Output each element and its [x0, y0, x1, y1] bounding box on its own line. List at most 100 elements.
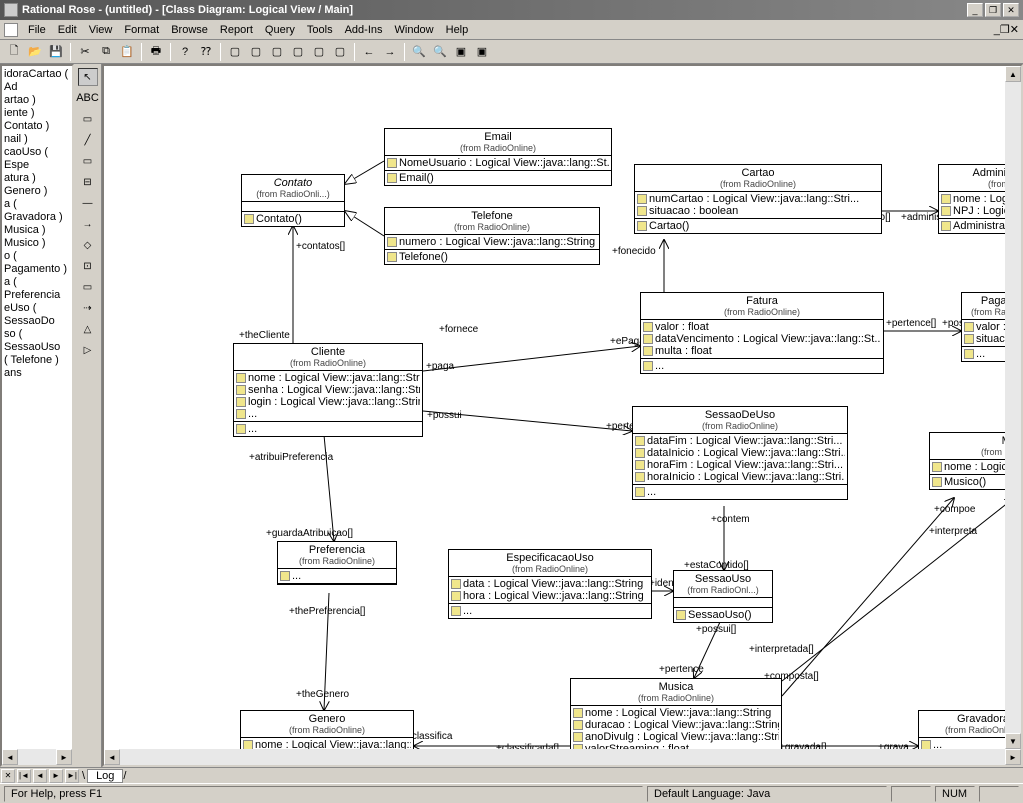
scroll-right-icon[interactable]: ►: [56, 749, 72, 765]
scroll-down-icon[interactable]: ▼: [1005, 733, 1021, 749]
scroll-right-icon[interactable]: ►: [1005, 749, 1021, 765]
browse-class-icon[interactable]: ▢: [225, 42, 245, 62]
class-EspecificacaoUso[interactable]: EspecificacaoUso(from RadioOnline)data :…: [448, 549, 652, 619]
menu-file[interactable]: File: [22, 22, 52, 38]
menu-view[interactable]: View: [83, 22, 119, 38]
scroll-left-icon[interactable]: ◄: [2, 749, 18, 765]
browser-item[interactable]: Musico ): [4, 237, 70, 250]
cut-icon[interactable]: ✂: [75, 42, 95, 62]
browser-item[interactable]: Contato ): [4, 120, 70, 133]
forward-icon[interactable]: →: [380, 42, 400, 62]
note-icon[interactable]: ▭: [78, 110, 98, 128]
scrollbar-horizontal[interactable]: [120, 749, 1005, 765]
new-icon[interactable]: 🗋: [4, 42, 24, 62]
package-icon[interactable]: ▭: [78, 278, 98, 296]
browser-item[interactable]: Musica ): [4, 224, 70, 237]
browser-item[interactable]: a ( Gravadora ): [4, 198, 70, 224]
class-Email[interactable]: Email(from RadioOnline)NomeUsuario : Log…: [384, 128, 612, 186]
class-SessaoUso[interactable]: SessaoUso(from RadioOnl...)SessaoUso(): [673, 570, 773, 623]
browser-item[interactable]: ( Telefone ): [4, 354, 70, 367]
anchor-icon[interactable]: ╱: [78, 131, 98, 149]
paste-icon[interactable]: 📋: [117, 42, 137, 62]
menu-query[interactable]: Query: [259, 22, 301, 38]
class-Cliente[interactable]: Cliente(from RadioOnline)nome : Logical …: [233, 343, 423, 437]
browser-item[interactable]: caoUso ( Espe: [4, 146, 70, 172]
menu-browse[interactable]: Browse: [165, 22, 214, 38]
browse-interaction-icon[interactable]: ▢: [267, 42, 287, 62]
aggregation-icon[interactable]: ◇: [78, 236, 98, 254]
assocclass-icon[interactable]: ⊡: [78, 257, 98, 275]
class-Fatura[interactable]: Fatura(from RadioOnline)valor : floatdat…: [640, 292, 884, 374]
close-log-icon[interactable]: ✕: [1, 769, 15, 783]
status-lang: Default Language: Java: [647, 786, 887, 802]
browser-item[interactable]: a ( Preferencia: [4, 276, 70, 302]
maximize-button[interactable]: ❐: [985, 3, 1001, 17]
menu-edit[interactable]: Edit: [52, 22, 83, 38]
class-Preferencia[interactable]: Preferencia(from RadioOnline)...: [277, 541, 397, 585]
close-button[interactable]: ✕: [1003, 3, 1019, 17]
generalization-icon[interactable]: △: [78, 320, 98, 338]
last-tab-icon[interactable]: ►|: [65, 769, 79, 783]
browser-item[interactable]: artao ): [4, 94, 70, 107]
scrollbar-horizontal[interactable]: [18, 749, 56, 765]
undo-fit-icon[interactable]: ▣: [472, 42, 492, 62]
mdi-close-button[interactable]: ✕: [1010, 23, 1019, 36]
realize-icon[interactable]: ▷: [78, 341, 98, 359]
fit-window-icon[interactable]: ▣: [451, 42, 471, 62]
class-Cartao[interactable]: Cartao(from RadioOnline)numCartao : Logi…: [634, 164, 882, 234]
prev-tab-icon[interactable]: ◄: [33, 769, 47, 783]
mdi-restore-button[interactable]: ❐: [1000, 23, 1010, 36]
rel-label: +contem: [711, 514, 750, 525]
copy-icon[interactable]: ⧉: [96, 42, 116, 62]
rel-label: +thePreferencia[]: [289, 606, 365, 617]
browse-deployment-icon[interactable]: ▢: [309, 42, 329, 62]
scroll-up-icon[interactable]: ▲: [1005, 66, 1021, 82]
scroll-left-icon[interactable]: ◄: [104, 749, 120, 765]
scrollbar-vertical[interactable]: [1005, 82, 1021, 733]
zoom-out-icon[interactable]: 🔍: [430, 42, 450, 62]
class-icon[interactable]: ▭: [78, 152, 98, 170]
browse-component-icon[interactable]: ▢: [288, 42, 308, 62]
uniassoc-icon[interactable]: →: [78, 215, 98, 233]
class-Telefone[interactable]: Telefone(from RadioOnline)numero : Logic…: [384, 207, 600, 265]
dependency-icon[interactable]: ⇢: [78, 299, 98, 317]
log-tab[interactable]: Log: [87, 769, 123, 783]
browser-item[interactable]: eUso ( SessaoDo: [4, 302, 70, 328]
menu-format[interactable]: Format: [118, 22, 165, 38]
pointer-icon[interactable]: ↖: [78, 68, 98, 86]
context-help-icon[interactable]: ⁇: [196, 42, 216, 62]
open-icon[interactable]: 📂: [25, 42, 45, 62]
menu-report[interactable]: Report: [214, 22, 259, 38]
first-tab-icon[interactable]: |◄: [17, 769, 31, 783]
browser-item[interactable]: atura ): [4, 172, 70, 185]
text-icon[interactable]: ABC: [78, 89, 98, 107]
browse-state-icon[interactable]: ▢: [330, 42, 350, 62]
menu-addins[interactable]: Add-Ins: [339, 22, 389, 38]
interface-icon[interactable]: ⊟: [78, 173, 98, 191]
browser-item[interactable]: Genero ): [4, 185, 70, 198]
browser-item[interactable]: idoraCartao ( Ad: [4, 68, 70, 94]
browser-item[interactable]: iente ): [4, 107, 70, 120]
rel-label: +pertence: [659, 664, 704, 675]
zoom-in-icon[interactable]: 🔍: [409, 42, 429, 62]
class-SessaoDeUso[interactable]: SessaoDeUso(from RadioOnline)dataFim : L…: [632, 406, 848, 500]
browser-item[interactable]: ans: [4, 367, 70, 380]
minimize-button[interactable]: _: [967, 3, 983, 17]
browser-item[interactable]: o ( Pagamento ): [4, 250, 70, 276]
app-icon: [4, 3, 18, 17]
back-icon[interactable]: ←: [359, 42, 379, 62]
next-tab-icon[interactable]: ►: [49, 769, 63, 783]
menu-window[interactable]: Window: [389, 22, 440, 38]
class-Contato[interactable]: Contato(from RadioOnli...)Contato(): [241, 174, 345, 227]
diagram-area[interactable]: +contatos[] +theCliente +fornece +foneci…: [102, 64, 1023, 767]
browser-item[interactable]: so ( SessaoUso: [4, 328, 70, 354]
save-icon[interactable]: 💾: [46, 42, 66, 62]
assoc-icon[interactable]: —: [78, 194, 98, 212]
browser-item[interactable]: nail ): [4, 133, 70, 146]
browse-usecase-icon[interactable]: ▢: [246, 42, 266, 62]
help-icon[interactable]: ?: [175, 42, 195, 62]
menu-tools[interactable]: Tools: [301, 22, 339, 38]
print-icon[interactable]: 🖶: [146, 42, 166, 62]
menu-help[interactable]: Help: [440, 22, 475, 38]
browser-panel[interactable]: idoraCartao ( Ad artao ) iente ) Contato…: [0, 64, 74, 767]
